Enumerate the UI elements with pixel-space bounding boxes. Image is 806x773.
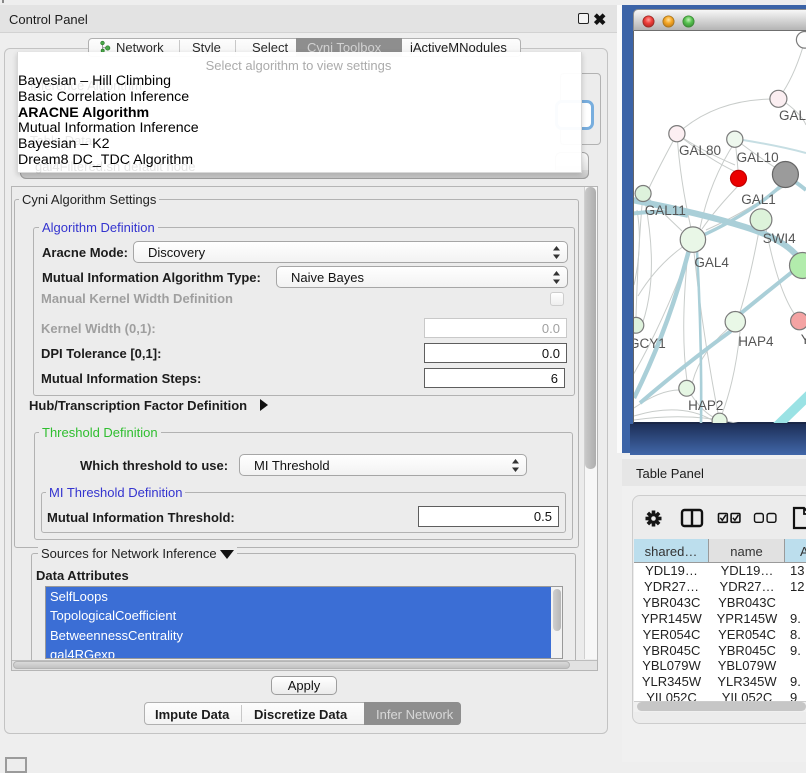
svg-text:Y: Y	[801, 332, 806, 347]
svg-text:GAL4: GAL4	[694, 255, 729, 270]
svg-text:SWI4: SWI4	[763, 231, 796, 246]
svg-text:GAL11: GAL11	[645, 203, 686, 218]
svg-text:GAL7: GAL7	[779, 108, 806, 123]
svg-text:GAL80: GAL80	[679, 143, 721, 158]
svg-text:GAL10: GAL10	[737, 150, 779, 165]
svg-text:HAP4: HAP4	[738, 334, 774, 349]
svg-text:GAL1: GAL1	[741, 192, 776, 207]
svg-text:GCY1: GCY1	[634, 336, 666, 351]
svg-text:HAP2: HAP2	[688, 398, 723, 413]
